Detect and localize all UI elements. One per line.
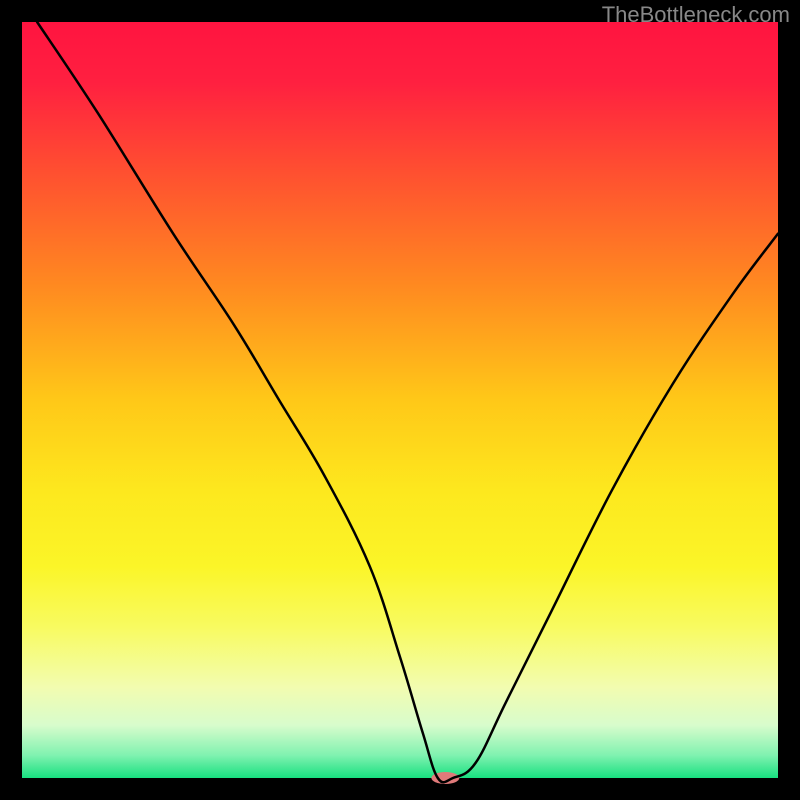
gradient-background [22, 22, 778, 778]
watermark-text: TheBottleneck.com [602, 2, 790, 28]
bottleneck-chart [0, 0, 800, 800]
chart-container: TheBottleneck.com [0, 0, 800, 800]
